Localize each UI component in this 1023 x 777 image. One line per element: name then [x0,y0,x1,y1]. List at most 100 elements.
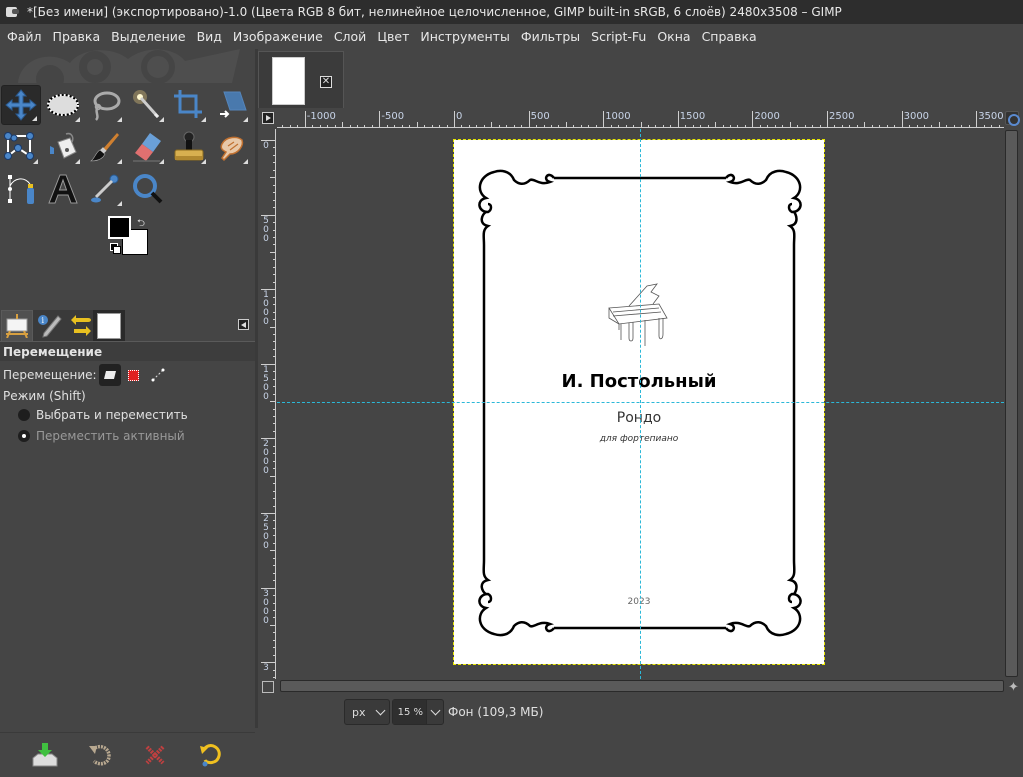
ruler-minor-tick [588,125,590,127]
tab-images[interactable] [93,310,125,341]
zoom-tool[interactable] [127,169,167,209]
toolbox-dock: ⮌ i Перемещение Перемещение: Режим (Shif… [0,49,255,767]
menu-script-fu[interactable]: Script-Fu [591,29,646,44]
ruler-minor-tick [273,304,275,306]
ruler-minor-tick [364,125,366,127]
vertical-scrollbar-thumb[interactable] [1005,130,1018,677]
close-image-tab-button[interactable]: ✕ [320,76,332,88]
tab-tool-options[interactable] [1,310,33,341]
ruler-minor-tick [273,296,275,298]
ruler-label: 3 [263,663,269,674]
zoom-dropdown-button[interactable] [426,700,443,724]
paintbrush-tool[interactable] [85,127,125,167]
radio-button-selected[interactable] [18,430,30,442]
menu-edit[interactable]: Правка [53,29,101,44]
vertical-ruler[interactable]: 0 500 1000 1500 2000 2500 3000 3 [258,129,276,679]
ruler-minor-tick [595,125,597,127]
unit-selector[interactable]: px [344,699,390,725]
horizontal-scrollbar[interactable] [279,679,1005,694]
menu-bar: Файл Правка Выделение Вид Изображение Сл… [0,24,1023,49]
navigate-icon[interactable]: ✦ [1008,680,1019,695]
ruler-minor-tick [618,125,620,127]
ruler-minor-tick [879,125,881,127]
ruler-minor-tick [819,125,821,127]
radio-move-active[interactable]: Переместить активный [3,429,185,443]
move-tool[interactable] [1,85,41,125]
image-menu-button[interactable] [262,112,274,124]
text-tool[interactable] [43,169,83,209]
zoom-input[interactable]: 15 % [393,700,426,724]
ellipse-select-tool[interactable] [43,85,83,125]
ruler-minor-tick [558,125,560,127]
restore-preset-button[interactable] [85,740,115,770]
document-subtitle: для фортепиано [599,434,679,444]
horizontal-ruler[interactable]: -1000 -500 0 500 1000 1500 2000 2500 3000 3500 [277,110,1004,128]
reset-options-button[interactable] [195,740,225,770]
ruler-minor-tick [273,229,275,231]
move-selection-toggle[interactable] [123,364,145,386]
ruler-minor-tick [273,259,275,261]
ruler-label: -1000 [306,111,336,122]
vertical-scrollbar[interactable] [1004,129,1020,679]
ruler-minor-tick [273,162,275,164]
radio-button[interactable] [18,409,30,421]
color-picker-tool[interactable] [85,169,125,209]
ruler-label: 1000 [605,111,631,122]
free-select-tool[interactable] [85,85,125,125]
ruler-minor-tick [498,125,500,127]
dock-menu-button[interactable] [238,319,249,330]
wilber-drop-area[interactable] [10,49,250,83]
menu-view[interactable]: Вид [197,29,222,44]
tab-device-status[interactable]: i [33,310,65,341]
clone-tool[interactable] [169,127,209,167]
move-path-toggle[interactable] [147,364,169,386]
menu-help[interactable]: Справка [702,29,757,44]
tool-options-title: Перемещение [0,342,255,361]
eraser-tool[interactable] [127,127,167,167]
radio-pick-and-move[interactable]: Выбрать и переместить [3,408,188,422]
zoom-to-fit-button[interactable] [262,681,274,693]
menu-select[interactable]: Выделение [111,29,185,44]
menu-layer[interactable]: Слой [334,29,367,44]
ruler-minor-tick [273,319,275,321]
swap-colors-icon[interactable]: ⮌ [137,216,145,233]
menu-tools[interactable]: Инструменты [420,29,509,44]
quick-mask-toggle[interactable] [1005,111,1020,126]
fuzzy-select-tool[interactable] [127,85,167,125]
save-preset-button[interactable] [30,740,60,770]
canvas-viewport[interactable]: И. Постольный Рондо для фортепиано 2023 [277,129,1004,679]
horizontal-guide[interactable] [277,402,1004,403]
unified-transform-tool[interactable] [211,85,251,125]
restore-icon [89,744,111,766]
move-layer-toggle[interactable] [98,364,121,386]
image-tab[interactable]: ✕ [258,51,344,108]
horizontal-scrollbar-thumb[interactable] [280,680,1004,692]
ruler-minor-tick [273,595,275,597]
smudge-tool[interactable] [211,127,251,167]
ruler-major-tick [603,111,605,127]
ruler-minor-tick [273,154,275,156]
paths-tool[interactable] [1,169,41,209]
cage-transform-tool[interactable] [1,127,41,167]
menu-colors[interactable]: Цвет [377,29,409,44]
ruler-minor-tick [401,125,403,127]
foreground-color-swatch[interactable] [108,216,131,239]
ruler-label: 2000 [754,111,780,122]
ruler-minor-tick [946,125,948,127]
ruler-minor-tick [273,222,275,224]
ruler-label: 500 [263,215,269,244]
bucket-fill-tool[interactable] [43,127,83,167]
menu-windows[interactable]: Окна [657,29,690,44]
ruler-major-tick [827,111,828,127]
ruler-minor-tick [446,125,448,127]
menu-file[interactable]: Файл [7,29,42,44]
status-bar: px 15 % Фон (109,3 МБ) [258,696,1023,728]
delete-preset-button[interactable] [140,740,170,770]
menu-image[interactable]: Изображение [233,29,323,44]
ruler-label: 2500 [829,111,855,122]
ruler-minor-tick [289,125,291,127]
crop-tool[interactable] [169,85,209,125]
menu-filters[interactable]: Фильтры [521,29,580,44]
vertical-guide[interactable] [640,129,641,679]
default-colors-icon[interactable] [110,243,121,254]
